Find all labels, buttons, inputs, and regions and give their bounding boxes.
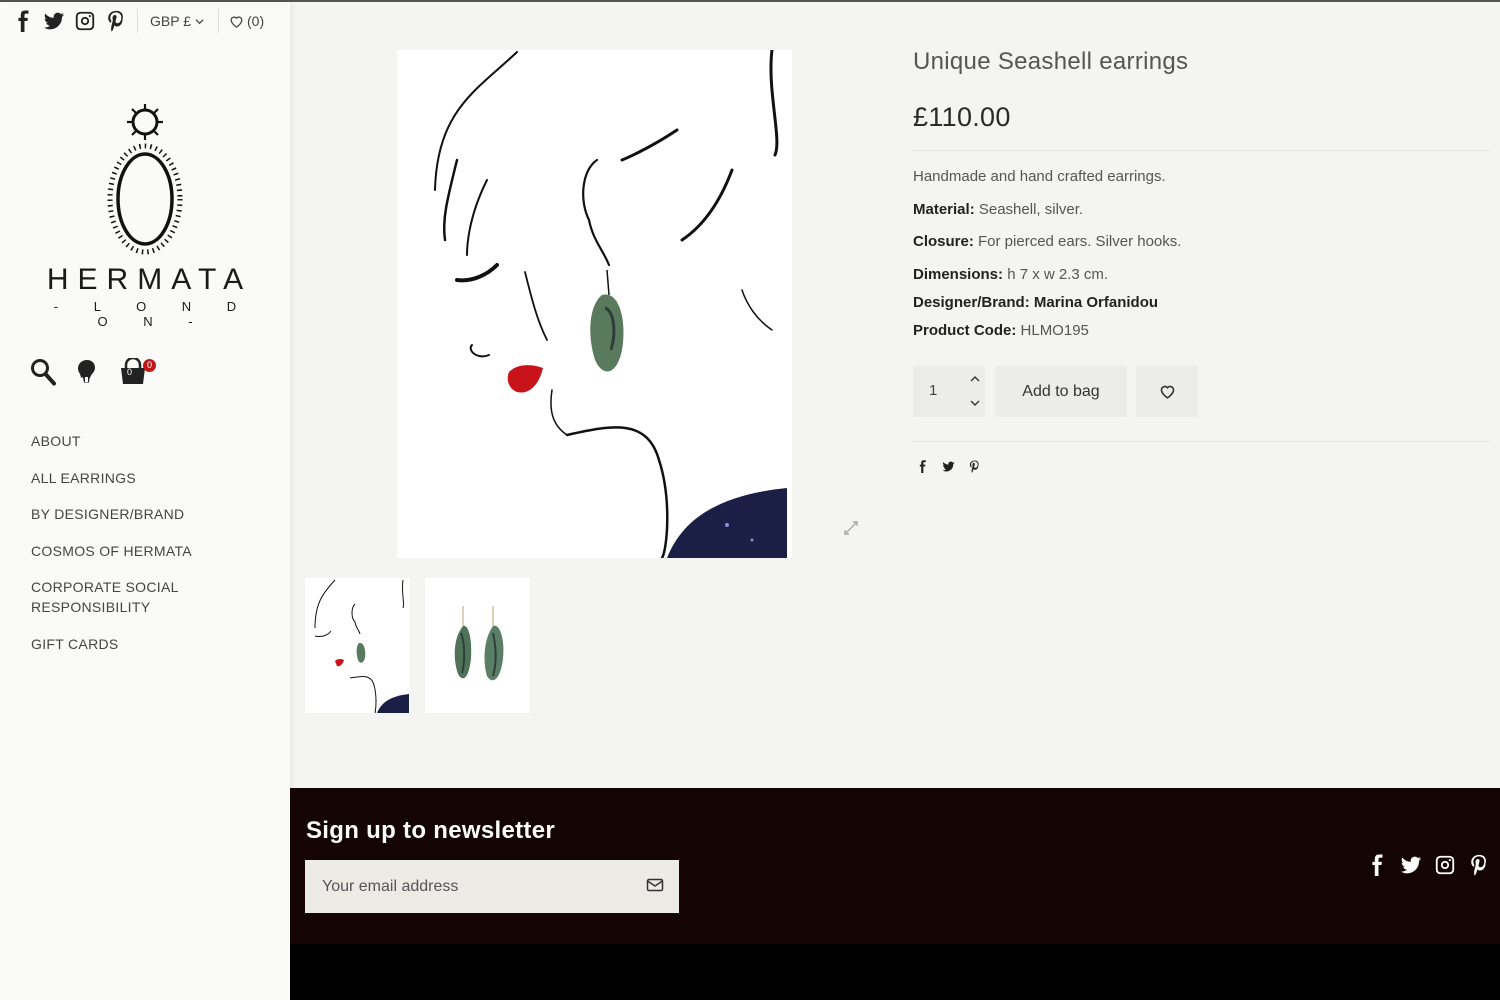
nav-item-all-earrings[interactable]: ALL EARRINGS	[31, 468, 251, 488]
wishlist-count: (0)	[247, 13, 265, 29]
email-field[interactable]	[305, 860, 625, 913]
product-thumbnail-1[interactable]	[305, 578, 410, 713]
material-label: Material:	[913, 200, 975, 218]
currency-label: GBP £	[150, 13, 191, 29]
brand-logo[interactable]: HERMATA - L O N D O N -	[30, 97, 260, 329]
quantity-value[interactable]: 1	[929, 382, 937, 399]
account-icon[interactable]	[76, 358, 98, 386]
closure-row: Closure: For pierced ears. Silver hooks.	[913, 232, 1490, 252]
chevron-up-icon[interactable]	[965, 369, 985, 389]
brand-name: HERMATA	[46, 263, 253, 296]
twitter-share-icon[interactable]	[942, 460, 955, 473]
twitter-icon[interactable]	[43, 10, 65, 32]
earring-logo-icon	[107, 104, 183, 255]
share-links	[916, 460, 981, 473]
nav-item-gift-cards[interactable]: GIFT CARDS	[31, 634, 251, 654]
expand-image-icon[interactable]	[843, 520, 859, 541]
twitter-icon[interactable]	[1400, 853, 1422, 877]
chevron-down-icon[interactable]	[965, 393, 985, 413]
currency-selector[interactable]: GBP £	[150, 13, 204, 29]
pinterest-icon[interactable]	[1468, 853, 1490, 877]
product-info: Unique Seashell earrings £110.00 Handmad…	[913, 48, 1490, 473]
instagram-icon[interactable]	[1434, 853, 1456, 877]
pinterest-icon[interactable]	[105, 10, 127, 32]
designer-row: Designer/Brand: Marina Orfanidou	[913, 293, 1490, 313]
add-to-wishlist-button[interactable]	[1136, 366, 1198, 417]
nav-item-about[interactable]: ABOUT	[31, 431, 251, 451]
cart-badge: 0	[143, 359, 156, 372]
closure-label: Closure:	[913, 233, 974, 250]
newsletter-footer: Sign up to newsletter	[290, 788, 1500, 944]
search-icon[interactable]	[30, 358, 56, 386]
quantity-stepper[interactable]: 1	[913, 366, 985, 417]
designer-link[interactable]: Marina Orfanidou	[1034, 294, 1158, 311]
chevron-down-icon	[195, 18, 204, 24]
wishlist-link[interactable]: (0)	[218, 9, 264, 33]
bag-count: 0	[127, 367, 133, 377]
divider	[913, 441, 1490, 442]
add-to-bag-button[interactable]: Add to bag	[995, 366, 1127, 417]
product-code-row: Product Code: HLMO195	[913, 321, 1490, 341]
divider	[913, 150, 1490, 151]
product-price: £110.00	[913, 102, 1011, 132]
product-description: Handmade and hand crafted earrings. Mate…	[913, 167, 1490, 353]
product-thumbnail-2[interactable]	[425, 578, 530, 713]
social-links	[12, 9, 138, 33]
main-navigation: ABOUT ALL EARRINGS BY DESIGNER/BRAND COS…	[31, 431, 251, 670]
nav-item-by-designer[interactable]: BY DESIGNER/BRAND	[31, 504, 251, 524]
brand-subtitle: - L O N D O N -	[53, 299, 253, 329]
material-row: Material: Seashell, silver.	[913, 200, 1490, 220]
footer-social-links	[1366, 853, 1490, 877]
material-value: Seashell, silver.	[978, 200, 1084, 218]
utility-icons: 0 0	[30, 358, 156, 386]
product-main-image[interactable]	[397, 50, 792, 558]
shopping-bag-icon[interactable]: 0 0	[118, 358, 156, 386]
heart-icon	[230, 15, 243, 28]
description-intro: Handmade and hand crafted earrings.	[913, 168, 1166, 185]
footer-bottom-bar	[290, 944, 1500, 1000]
designer-label: Designer/Brand:	[913, 293, 1030, 311]
facebook-icon[interactable]	[1366, 853, 1388, 877]
top-bar: GBP £ (0)	[12, 8, 264, 34]
product-code-value: HLMO195	[1020, 321, 1089, 339]
nav-item-csr[interactable]: CORPORATE SOCIAL RESPONSIBILITY	[31, 577, 206, 617]
product-title: Unique Seashell earrings	[913, 48, 1189, 75]
closure-value: For pierced ears. Silver hooks.	[978, 233, 1182, 250]
dimensions-row: Dimensions: h 7 x w 2.3 cm.	[913, 265, 1490, 285]
product-code-label: Product Code:	[913, 321, 1017, 339]
facebook-share-icon[interactable]	[916, 460, 929, 473]
pinterest-share-icon[interactable]	[968, 460, 981, 473]
instagram-icon[interactable]	[74, 10, 96, 32]
dimensions-value: h 7 x w 2.3 cm.	[1007, 265, 1109, 283]
sidebar: GBP £ (0) HERMATA - L O N D O N - 0 0 AB…	[0, 2, 290, 1000]
nav-item-cosmos[interactable]: COSMOS OF HERMATA	[31, 541, 251, 561]
facebook-icon[interactable]	[12, 10, 34, 32]
newsletter-form	[305, 860, 679, 913]
envelope-icon[interactable]	[646, 877, 664, 898]
dimensions-label: Dimensions:	[913, 265, 1004, 283]
heart-icon	[1160, 385, 1174, 399]
newsletter-title: Sign up to newsletter	[306, 817, 555, 844]
